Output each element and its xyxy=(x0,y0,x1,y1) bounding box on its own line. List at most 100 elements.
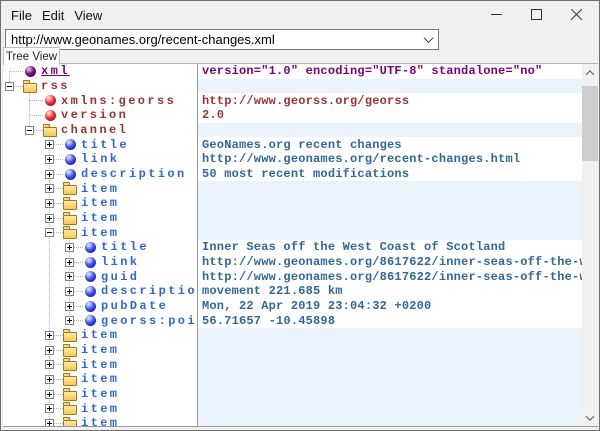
expand-icon[interactable] xyxy=(45,404,54,413)
tree-node-label[interactable]: item xyxy=(81,182,119,196)
expand-icon[interactable] xyxy=(45,155,54,164)
value-row[interactable]: movement 221.685 km xyxy=(198,284,582,299)
expand-icon[interactable] xyxy=(45,214,54,223)
tree-node-label[interactable]: xmlns:georss xyxy=(61,94,176,108)
collapse-icon[interactable] xyxy=(5,82,14,91)
tree-node-label[interactable]: item xyxy=(81,328,119,342)
expand-icon[interactable] xyxy=(45,390,54,399)
value-row[interactable]: http://www.geonames.org/8617622/inner-se… xyxy=(198,269,582,284)
tree-node-label[interactable]: pubDate xyxy=(101,299,168,313)
expand-icon[interactable] xyxy=(45,331,54,340)
maximize-button[interactable] xyxy=(516,3,556,25)
value-row[interactable]: http://www.geonames.org/8617622/inner-se… xyxy=(198,255,582,270)
tree-node-label[interactable]: link xyxy=(81,152,119,166)
tree-node-georss:point[interactable]: georss:point xyxy=(3,313,197,328)
tree-node-label[interactable]: item xyxy=(81,358,119,372)
tree-node-label[interactable]: title xyxy=(81,138,129,152)
value-row[interactable]: http://www.geonames.org/recent-changes.h… xyxy=(198,152,582,167)
tree-node-label[interactable]: channel xyxy=(61,123,128,137)
expand-icon[interactable] xyxy=(45,375,54,384)
expand-icon[interactable] xyxy=(65,316,74,325)
tree-node-rss[interactable]: rss xyxy=(3,79,197,94)
tree-node-link[interactable]: link xyxy=(3,255,197,270)
tree-node-item[interactable]: item xyxy=(3,372,197,387)
tree-node-title[interactable]: title xyxy=(3,240,197,255)
tree-connector-cell xyxy=(23,108,43,123)
value-row[interactable]: 2.0 xyxy=(198,108,582,123)
menu-edit[interactable]: Edit xyxy=(37,6,69,25)
value-row[interactable]: GeoNames.org recent changes xyxy=(198,137,582,152)
tree-node-item[interactable]: item xyxy=(3,196,197,211)
menu-file[interactable]: File xyxy=(6,6,37,25)
tree-node-channel[interactable]: channel xyxy=(3,123,197,138)
tree-node-label[interactable]: xml xyxy=(41,64,70,78)
expand-icon[interactable] xyxy=(45,184,54,193)
tree-node-label[interactable]: item xyxy=(81,343,119,357)
tab-tree-view[interactable]: Tree View xyxy=(3,47,60,65)
collapse-icon[interactable] xyxy=(25,126,34,135)
tree-node-title[interactable]: title xyxy=(3,137,197,152)
tree-node-description[interactable]: description xyxy=(3,167,197,182)
tree-node-label[interactable]: description xyxy=(101,284,197,298)
close-button[interactable] xyxy=(556,3,596,25)
folder-icon xyxy=(23,83,37,93)
tree-node-description[interactable]: description xyxy=(3,284,197,299)
tree-node-label[interactable]: description xyxy=(81,167,187,181)
tree-node-label[interactable]: item xyxy=(81,226,119,240)
tree-node-item[interactable]: item xyxy=(3,357,197,372)
value-row xyxy=(198,181,582,196)
tree-node-xml[interactable]: xml xyxy=(3,64,197,79)
tree-node-item[interactable]: item xyxy=(3,343,197,358)
tree-node-label[interactable]: rss xyxy=(41,79,70,93)
tree-node-version[interactable]: version xyxy=(3,108,197,123)
tree-node-xmlns:georss[interactable]: xmlns:georss xyxy=(3,93,197,108)
tree-node-item[interactable]: item xyxy=(3,387,197,402)
value-row[interactable]: http://www.georss.org/georss xyxy=(198,93,582,108)
url-input[interactable] xyxy=(6,31,418,48)
tree-node-label[interactable]: item xyxy=(81,402,119,416)
tree-node-item[interactable]: item xyxy=(3,225,197,240)
value-row[interactable]: Mon, 22 Apr 2019 23:04:32 +0200 xyxy=(198,299,582,314)
collapse-icon[interactable] xyxy=(45,228,54,237)
expand-icon[interactable] xyxy=(65,302,74,311)
tree-node-label[interactable]: georss:point xyxy=(101,314,197,328)
tree-node-label[interactable]: link xyxy=(101,255,139,269)
tree-node-label[interactable]: item xyxy=(81,387,119,401)
expand-icon[interactable] xyxy=(65,287,74,296)
tree-node-item[interactable]: item xyxy=(3,416,197,426)
expand-icon[interactable] xyxy=(45,419,54,426)
tree-node-item[interactable]: item xyxy=(3,328,197,343)
scroll-up-button[interactable] xyxy=(582,64,598,81)
scroll-down-button[interactable] xyxy=(582,409,598,426)
scrollbar-thumb[interactable] xyxy=(582,86,598,161)
url-dropdown-button[interactable] xyxy=(418,30,438,49)
tree-node-pubDate[interactable]: pubDate xyxy=(3,299,197,314)
expand-icon[interactable] xyxy=(45,346,54,355)
value-row[interactable]: version="1.0" encoding="UTF-8" standalon… xyxy=(198,64,582,79)
tree-node-label[interactable]: title xyxy=(101,240,149,254)
tree-node-label[interactable]: item xyxy=(81,196,119,210)
value-row[interactable]: 50 most recent modifications xyxy=(198,167,582,182)
tree-node-item[interactable]: item xyxy=(3,211,197,226)
expand-icon[interactable] xyxy=(65,243,74,252)
expand-icon[interactable] xyxy=(65,258,74,267)
minimize-button[interactable] xyxy=(476,3,516,25)
scrollbar-track[interactable] xyxy=(582,81,598,409)
tree-node-item[interactable]: item xyxy=(3,401,197,416)
expand-icon[interactable] xyxy=(65,272,74,281)
value-row[interactable]: 56.71657 -10.45898 xyxy=(198,313,582,328)
tree-node-label[interactable]: item xyxy=(81,416,119,426)
tree-node-label[interactable]: item xyxy=(81,372,119,386)
tree-node-link[interactable]: link xyxy=(3,152,197,167)
expand-icon[interactable] xyxy=(45,360,54,369)
tree-node-guid[interactable]: guid xyxy=(3,269,197,284)
value-row[interactable]: Inner Seas off the West Coast of Scotlan… xyxy=(198,240,582,255)
tree-node-label[interactable]: version xyxy=(61,108,128,122)
menu-view[interactable]: View xyxy=(69,6,107,25)
tree-node-label[interactable]: item xyxy=(81,211,119,225)
expand-icon[interactable] xyxy=(45,170,54,179)
expand-icon[interactable] xyxy=(45,140,54,149)
tree-node-item[interactable]: item xyxy=(3,181,197,196)
expand-icon[interactable] xyxy=(45,199,54,208)
tree-node-label[interactable]: guid xyxy=(101,270,139,284)
